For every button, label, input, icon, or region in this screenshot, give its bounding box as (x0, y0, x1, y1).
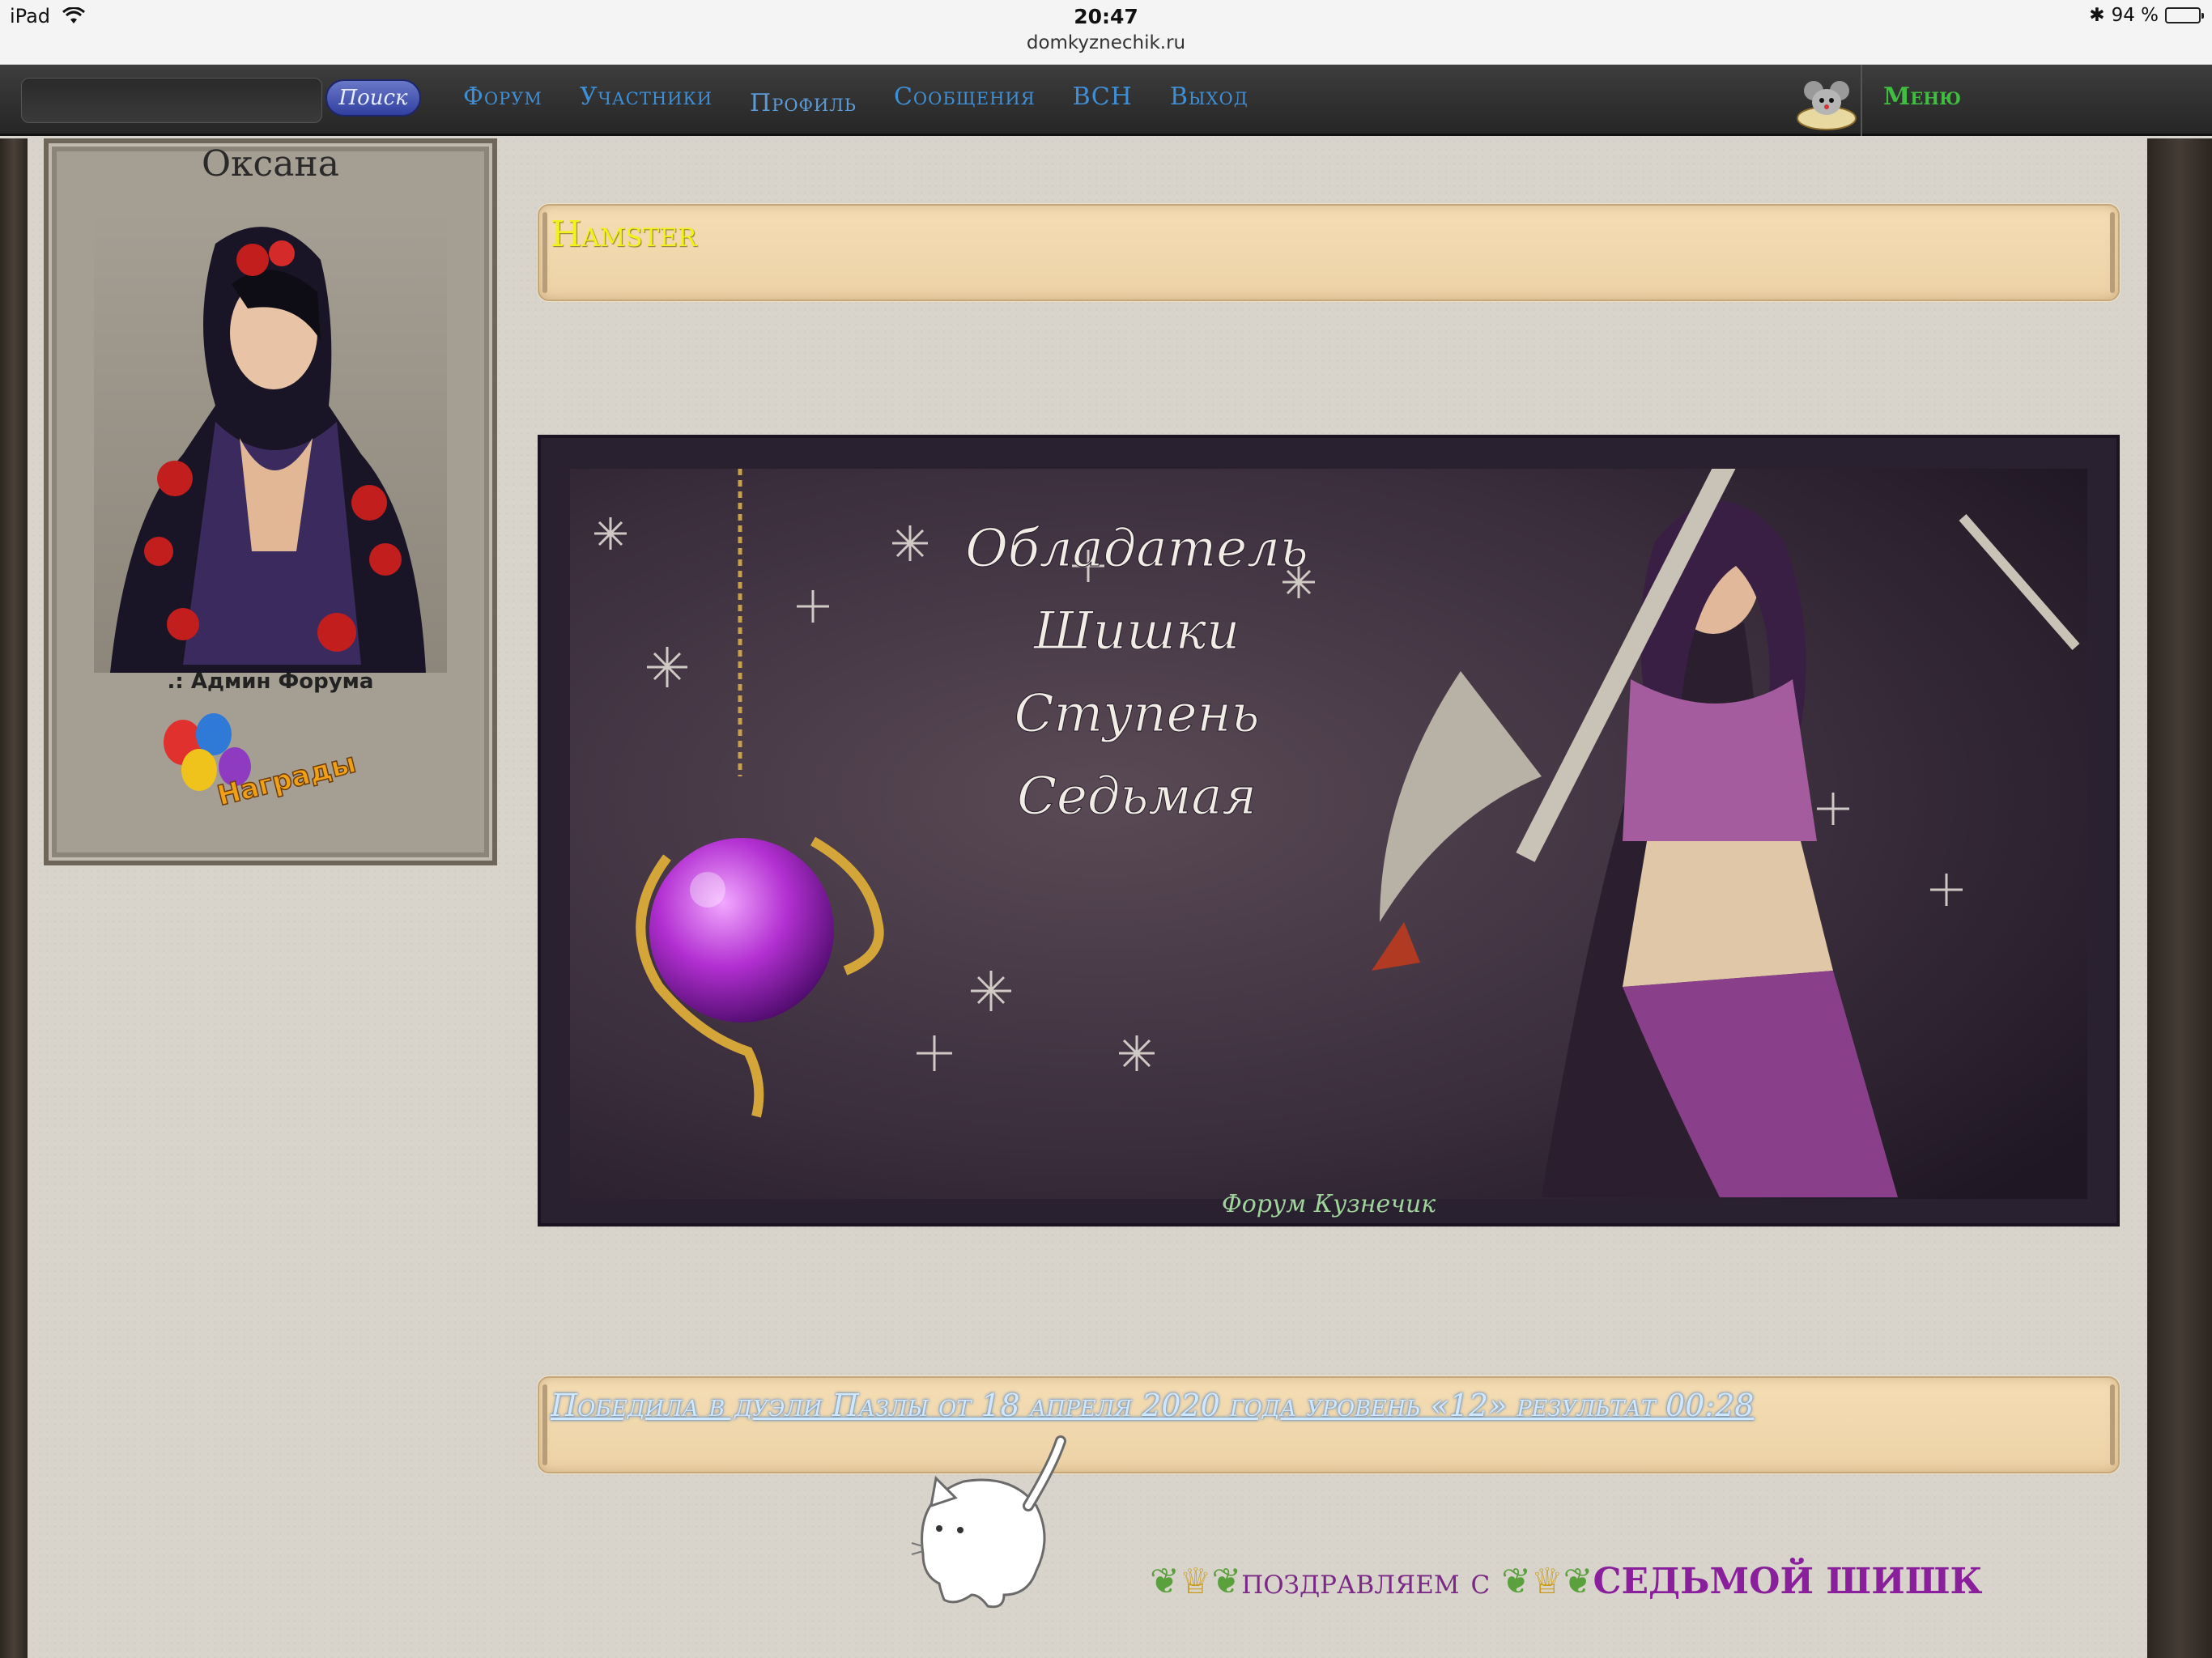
nav-link-profile[interactable]: Профиль (750, 89, 857, 117)
nav-link-members[interactable]: Участники (580, 83, 713, 111)
nav-link-logout[interactable]: Выход (1170, 83, 1249, 111)
profile-name[interactable]: Оксана (49, 143, 492, 185)
nav-link-messages[interactable]: Сообщения (894, 83, 1036, 111)
leaf-icon: ❦ (1150, 1561, 1180, 1602)
profile-card: Оксана .: Админ Форума Награды (44, 138, 497, 865)
nav-link-vsn[interactable]: ВСН (1073, 83, 1133, 111)
search-button[interactable]: Поиск (325, 79, 421, 117)
ios-status-bar: iPad 20:47 domkyznechik.ru ✱ 94 % (0, 0, 2212, 65)
banner-line-2: Шишки (1033, 602, 1240, 661)
congrats-text-2: СЕДЬМОЙ ШИШК (1593, 1561, 1983, 1602)
frame-left (0, 138, 28, 1658)
leaf-icon: ❦ (1501, 1561, 1532, 1602)
banner-artwork: Обладатель Шишки Ступень Седьмая (570, 469, 2087, 1199)
search-input[interactable] (21, 78, 322, 123)
banner-line-3: Ступень (1015, 684, 1260, 744)
post-title: Hamster (551, 214, 697, 255)
leaf-icon: ❦ (1563, 1561, 1593, 1602)
frame-right (2147, 138, 2212, 1658)
avatar[interactable] (94, 211, 447, 673)
nav-divider (1861, 65, 1862, 136)
post-caption-box: Победила в дуэли Пазлы от 18 апреля 2020… (538, 1376, 2120, 1473)
white-cat-icon (911, 1435, 1066, 1609)
leaf-icon: ❦ (1211, 1561, 1242, 1602)
nav-link-forum[interactable]: Форум (463, 83, 542, 111)
congratulations-banner: ❦♕❦поздравляем с ❦♕❦СЕДЬМОЙ ШИШК (1150, 1561, 1983, 1602)
banner-line-1: Обладатель (965, 519, 1308, 579)
battery-icon (2165, 7, 2204, 23)
nav-links: Форум Участники Профиль Сообщения ВСН Вы… (463, 83, 1286, 117)
clock: 20:47 (1074, 5, 1138, 28)
mouse-mascot-icon[interactable] (1789, 66, 1864, 134)
menu-link[interactable]: Меню (1883, 83, 1961, 111)
status-right: ✱ 94 % (2089, 5, 2204, 26)
address-bar-url[interactable]: domkyznechik.ru (0, 32, 2212, 53)
trophy-icon: ♕ (1531, 1561, 1563, 1602)
awards-balloons-icon[interactable]: Награды (151, 710, 361, 815)
post-title-box: Hamster (538, 204, 2120, 301)
banner-signature: Форум Кузнечик (1221, 1190, 1436, 1218)
profile-rank: .: Админ Форума (167, 670, 374, 694)
banner-line-4: Седьмая (1017, 767, 1257, 827)
achievement-banner[interactable]: Обладатель Шишки Ступень Седьмая Форум К… (538, 435, 2120, 1226)
bluetooth-icon: ✱ (2089, 5, 2105, 26)
battery-percent: 94 % (2111, 5, 2159, 26)
trophy-icon: ♕ (1179, 1561, 1212, 1602)
congrats-text-1: поздравляем с (1241, 1561, 1491, 1602)
post-caption-link[interactable]: Победила в дуэли Пазлы от 18 апреля 2020… (551, 1388, 1754, 1423)
forum-navbar: Поиск Форум Участники Профиль Сообщения … (0, 65, 2212, 136)
